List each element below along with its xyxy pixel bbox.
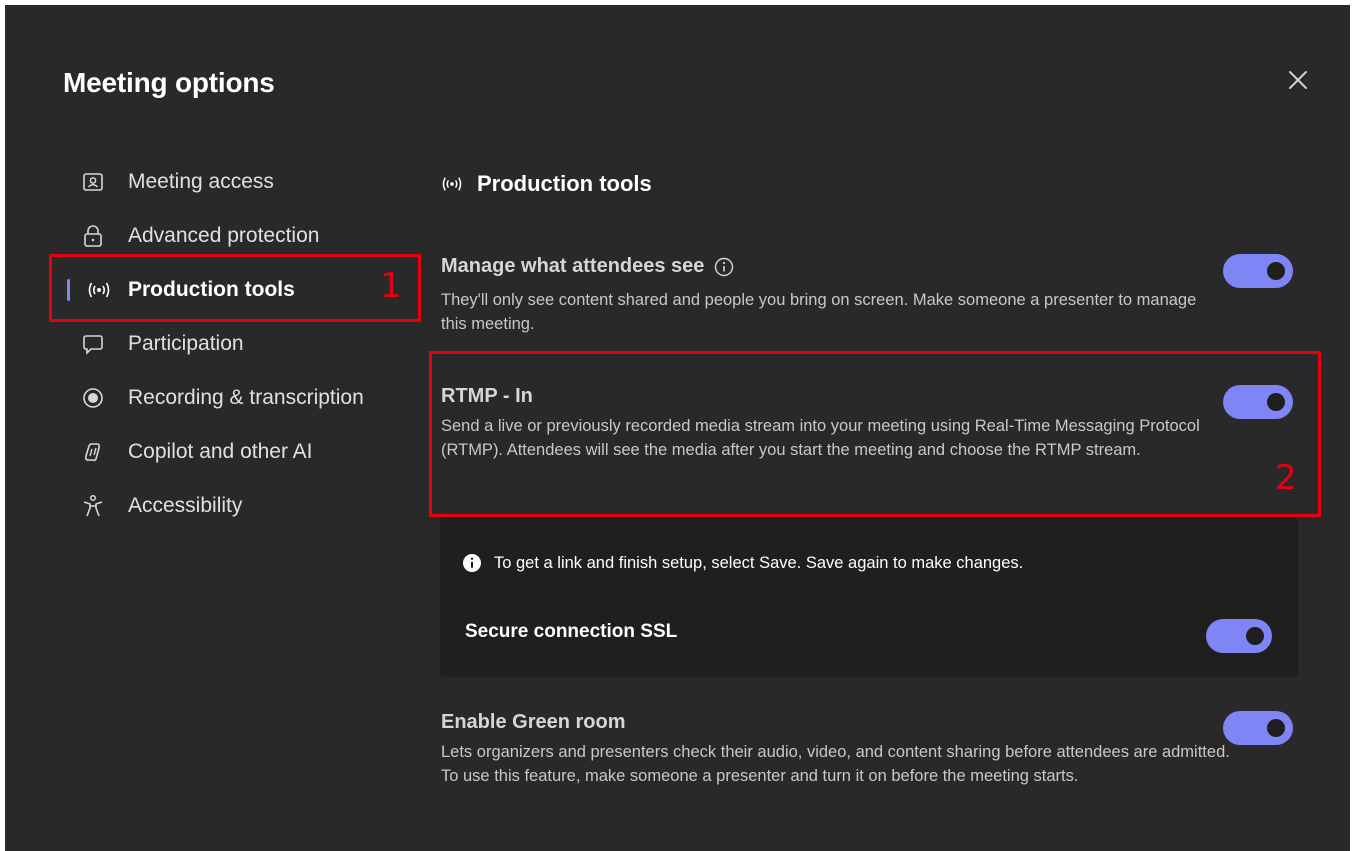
sidebar-item-advanced-protection[interactable]: Advanced protection	[55, 209, 425, 263]
toggle-knob	[1267, 262, 1285, 280]
sidebar-item-label: Advanced protection	[128, 224, 320, 247]
setting-rtmp-in: RTMP - In Send a live or previously reco…	[441, 385, 1201, 462]
info-icon[interactable]	[714, 257, 734, 277]
sidebar-item-label: Accessibility	[128, 494, 243, 517]
section-title-label: Production tools	[477, 171, 652, 196]
setting-description: Lets organizers and presenters check the…	[441, 743, 1230, 785]
info-text: To get a link and finish setup, select S…	[494, 553, 1024, 572]
ssl-label: Secure connection SSL	[465, 621, 678, 642]
rtmp-in-toggle[interactable]	[1223, 385, 1293, 419]
ssl-toggle[interactable]	[1206, 619, 1272, 653]
broadcast-icon	[441, 175, 463, 193]
close-button[interactable]	[1283, 65, 1313, 95]
sidebar-item-participation[interactable]: Participation	[55, 317, 425, 371]
sidebar-item-label: Recording & transcription	[128, 386, 364, 409]
toggle-knob	[1267, 393, 1285, 411]
sidebar-item-label: Participation	[128, 332, 244, 355]
accessibility-icon	[81, 494, 105, 518]
rtmp-info-message: To get a link and finish setup, select S…	[462, 553, 1023, 573]
annotation-label-1: 1	[380, 266, 402, 306]
dialog-title: Meeting options	[63, 67, 275, 98]
setting-title: Manage what attendees see	[441, 255, 705, 277]
setting-description: They'll only see content shared and peop…	[441, 291, 1197, 333]
meeting-options-dialog: Meeting options Meeting access Advanced …	[5, 5, 1350, 851]
sidebar-item-label: Production tools	[128, 278, 295, 301]
broadcast-icon	[87, 278, 111, 302]
options-sidebar: Meeting access Advanced protection Produ…	[55, 155, 425, 533]
rtmp-settings-panel: To get a link and finish setup, select S…	[440, 517, 1298, 677]
setting-manage-attendees: Manage what attendees see They'll only s…	[441, 255, 1201, 336]
person-card-icon	[81, 170, 105, 194]
sidebar-item-label: Copilot and other AI	[128, 440, 313, 463]
chat-bubble-icon	[81, 332, 105, 356]
toggle-knob	[1267, 719, 1285, 737]
active-indicator	[67, 279, 70, 301]
setting-title: RTMP - In	[441, 385, 533, 407]
toggle-knob	[1246, 627, 1264, 645]
record-icon	[81, 386, 105, 410]
setting-green-room: Enable Green room Lets organizers and pr…	[441, 711, 1230, 788]
setting-title: Enable Green room	[441, 711, 626, 733]
sidebar-item-production-tools[interactable]: Production tools	[55, 263, 425, 317]
sidebar-item-recording-transcription[interactable]: Recording & transcription	[55, 371, 425, 425]
sidebar-item-copilot[interactable]: Copilot and other AI	[55, 425, 425, 479]
annotation-label-2: 2	[1275, 458, 1297, 498]
copilot-icon	[81, 440, 105, 464]
sidebar-item-accessibility[interactable]: Accessibility	[55, 479, 425, 533]
sidebar-item-label: Meeting access	[128, 170, 274, 193]
sidebar-item-meeting-access[interactable]: Meeting access	[55, 155, 425, 209]
info-filled-icon	[462, 553, 482, 573]
close-icon	[1289, 71, 1307, 89]
setting-description: Send a live or previously recorded media…	[441, 417, 1200, 459]
green-room-toggle[interactable]	[1223, 711, 1293, 745]
lock-icon	[81, 224, 105, 248]
section-title: Production tools	[441, 171, 652, 197]
manage-attendees-toggle[interactable]	[1223, 254, 1293, 288]
